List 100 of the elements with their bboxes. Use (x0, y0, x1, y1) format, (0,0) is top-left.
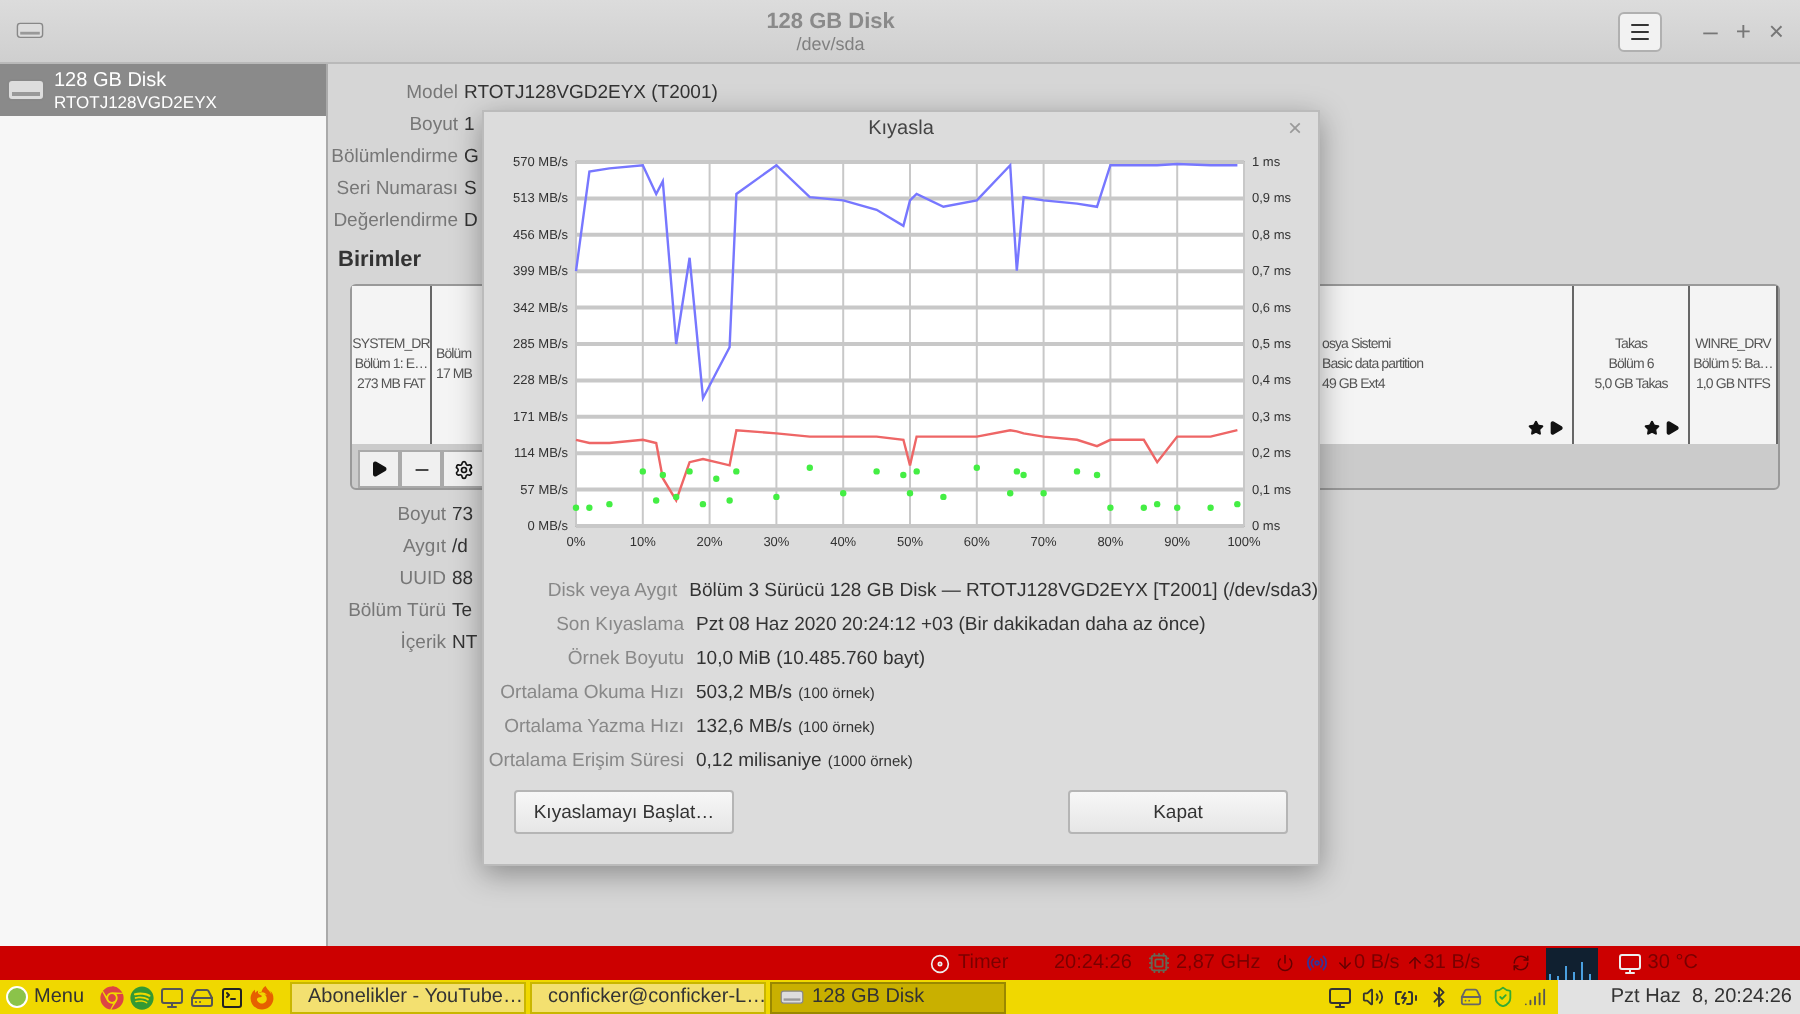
window-title: 128 GB Disk (766, 9, 895, 33)
info-value: 10,0 MiB (10.485.760 bayt) (696, 648, 926, 670)
settings-button[interactable] (442, 450, 484, 488)
timer-label: Timer (958, 952, 1011, 974)
play-icon (1664, 420, 1680, 436)
taskbar-window-button[interactable]: Abonelikler - YouTube… (290, 981, 527, 1013)
point (726, 497, 733, 504)
temperature: 30 °C (1647, 952, 1698, 974)
point (1040, 490, 1047, 497)
point (713, 475, 720, 482)
point (1174, 504, 1181, 511)
star-icon (1644, 420, 1660, 436)
cpu-frequency: 2,87 GHz (1176, 952, 1263, 974)
point (873, 468, 880, 475)
cpu-icon (1148, 952, 1170, 974)
star-icon (1528, 420, 1544, 436)
menu-button[interactable] (1617, 11, 1662, 51)
point (673, 493, 680, 501)
point (1153, 500, 1161, 508)
point (686, 468, 693, 475)
display-icon[interactable] (1328, 985, 1353, 1009)
field-value: 1 (464, 113, 475, 135)
field-value: G (464, 145, 479, 167)
point (1020, 471, 1027, 479)
terminal-icon[interactable] (220, 985, 245, 1009)
point (1073, 468, 1081, 475)
point (606, 500, 613, 508)
download-icon (1336, 954, 1354, 972)
field-label: UUID (399, 567, 446, 589)
app-icon (16, 22, 44, 40)
taskbar-window-button[interactable]: conficker@conficker-L… (530, 981, 767, 1013)
point (1007, 490, 1014, 497)
point (1013, 468, 1021, 475)
volume-icon[interactable] (1362, 986, 1385, 1008)
bluetooth-icon[interactable] (1428, 986, 1451, 1008)
field-label: Model (406, 81, 458, 103)
close-dialog-button[interactable]: Kapat (1068, 790, 1288, 834)
point (900, 471, 907, 479)
signal-icon[interactable] (1524, 986, 1547, 1008)
info-value: Bölüm 3 Sürücü 128 GB Disk — RTOTJ128VGD2EYX [T2001] (/dev/sda3) (689, 580, 1318, 602)
monitor-icon (1617, 951, 1642, 975)
info-label: Ortalama Yazma Hızı (502, 716, 684, 738)
start-benchmark-button[interactable]: Kıyaslamayı Başlat… (514, 790, 734, 834)
field-label: Değerlendirme (333, 209, 458, 231)
field-label: Bölüm Türü (348, 599, 446, 621)
point (659, 471, 667, 479)
window-subtitle: /dev/sda (796, 33, 865, 53)
point (973, 464, 980, 471)
mount-button[interactable] (358, 450, 400, 488)
taskbar-clock[interactable]: Pzt Haz 8, 20:24:26 (1558, 980, 1800, 1014)
point (1093, 471, 1101, 479)
menu-icon (1627, 19, 1652, 43)
field-label: Bölümlendirme (331, 145, 458, 167)
field-label: Boyut (397, 503, 446, 525)
field-value: Te (452, 599, 473, 621)
battery-icon[interactable] (1394, 985, 1419, 1009)
point (913, 468, 920, 475)
point (906, 490, 914, 497)
section-heading: Birimler (338, 248, 422, 272)
panel-time: 20:24:26 (1054, 952, 1134, 974)
drive-icon[interactable] (1460, 986, 1483, 1008)
taskbar-window-button[interactable]: 128 GB Disk (770, 981, 1007, 1013)
download-rate: 0 B/s (1354, 952, 1400, 974)
field-label: Seri Numarası (336, 177, 458, 199)
point (940, 493, 947, 501)
info-value: 132,6 MB/s (696, 716, 793, 738)
field-label: Aygıt (403, 535, 446, 557)
logo-icon (6, 986, 28, 1008)
info-value: 503,2 MB/s (696, 682, 793, 704)
field-value: 88 (452, 567, 474, 589)
desktop-icon[interactable] (160, 985, 185, 1009)
start-menu-button[interactable]: Menu (6, 986, 85, 1008)
field-value: S (464, 177, 477, 199)
point (733, 468, 740, 475)
point (840, 490, 847, 497)
power-icon (1276, 954, 1294, 972)
activity-graph (1545, 947, 1598, 979)
info-value: 0,12 milisaniye (696, 750, 822, 772)
timer-icon (930, 953, 950, 973)
disk-serial: RTOTJ128VGD2EYX (54, 91, 217, 111)
info-label: Ortalama Erişim Süresi (486, 750, 684, 772)
upload-rate: 31 B/s (1423, 952, 1483, 974)
field-value: RTOTJ128VGD2EYX (T2001) (464, 81, 718, 103)
field-value: 73 (452, 503, 474, 525)
browser-icon[interactable] (100, 985, 125, 1009)
dialog-title: Kıyasla (868, 118, 934, 140)
music-icon[interactable] (130, 985, 155, 1009)
point (699, 500, 707, 508)
refresh-icon (1511, 954, 1530, 972)
point (586, 504, 593, 511)
network-icon (1306, 952, 1328, 974)
info-value: Pzt 08 Haz 2020 20:24:12 +03 (Bir dakikadan daha az önce) (696, 614, 1206, 636)
field-value: D (464, 209, 478, 231)
disk-name: 128 GB Disk (54, 69, 169, 91)
field-value: NT (452, 631, 478, 653)
field-value: /d (452, 535, 468, 557)
play-icon (1548, 420, 1564, 436)
point (1140, 504, 1147, 511)
field-label: İçerik (400, 631, 446, 653)
point (1107, 504, 1114, 511)
